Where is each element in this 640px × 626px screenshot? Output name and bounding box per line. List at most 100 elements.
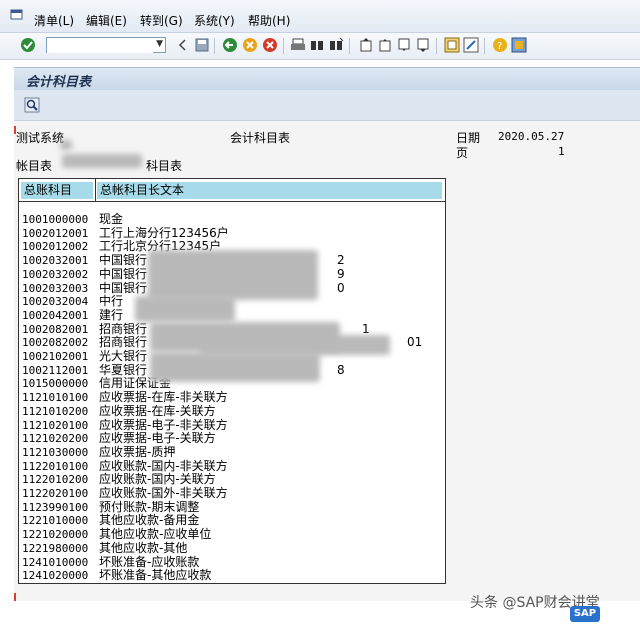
redacted-block <box>62 154 142 168</box>
gl-account-number[interactable]: 1241010000 <box>22 556 88 570</box>
table-row[interactable]: 1121010100 应收票据-在库-非关联方 <box>22 390 442 405</box>
table-row[interactable]: 1123990100 预付账款-期末调整 <box>22 500 442 515</box>
table-row[interactable]: 1121010200 应收票据-在库-关联方 <box>22 404 442 419</box>
gl-account-number[interactable]: 1015000000 <box>22 377 88 391</box>
screen-title: 会计科目表 <box>26 75 92 90</box>
gl-account-number[interactable]: 1121020100 <box>22 419 88 433</box>
gl-account-long-text: 建行 <box>99 307 124 322</box>
search-icon[interactable] <box>24 97 40 113</box>
table-row[interactable]: 1122010100 应收账款-国内-非关联方 <box>22 459 442 474</box>
back-arrow-small-icon[interactable] <box>175 37 191 53</box>
enter-check-icon[interactable] <box>20 37 36 53</box>
menu-help[interactable]: 帮助(H) <box>248 12 290 29</box>
shortcut-icon[interactable] <box>463 37 479 53</box>
table-row[interactable]: 1221980000 其他应收款-其他 <box>22 540 442 556</box>
menu-system[interactable]: 系统(Y) <box>194 12 235 29</box>
previous-page-icon[interactable] <box>377 37 393 53</box>
separator <box>283 38 284 54</box>
gl-account-number[interactable]: 1002032002 <box>22 268 88 282</box>
gl-account-long-text: 应收账款-国内-关联方 <box>99 472 216 487</box>
menu-edit[interactable]: 编辑(E) <box>86 12 127 29</box>
gl-account-text-tail: 0 <box>337 280 345 295</box>
corner-marker <box>14 593 16 601</box>
gl-account-long-text: 应收票据-质押 <box>99 444 176 459</box>
gl-account-number[interactable]: 1122010100 <box>22 460 88 474</box>
print-icon[interactable] <box>290 37 306 53</box>
find-icon[interactable] <box>309 37 325 53</box>
redacted-block <box>148 250 318 300</box>
gl-account-number[interactable]: 1122010200 <box>22 473 88 487</box>
gl-account-number[interactable]: 1002032001 <box>22 254 88 268</box>
page-value: 1 <box>558 145 565 158</box>
gl-account-long-text: 其他应收款-其他 <box>99 540 188 555</box>
gl-account-number[interactable]: 1002112001 <box>22 364 88 378</box>
gl-account-number[interactable]: 1002032003 <box>22 282 88 296</box>
command-input[interactable] <box>47 39 153 53</box>
coa-suffix: 科目表 <box>146 159 183 173</box>
gl-account-number[interactable]: 1121030000 <box>22 446 88 460</box>
gl-account-long-text: 其他应收款-应收单位 <box>99 527 212 542</box>
table-row[interactable]: 1121020100 应收票据-电子-非关联方 <box>22 418 442 433</box>
table-row[interactable]: 1221020000 其他应收款-应收单位 <box>22 527 442 542</box>
gl-account-number[interactable]: 1123990100 <box>22 501 88 515</box>
column-header-long-text[interactable]: 总帐科目长文本 <box>97 182 442 199</box>
table-row[interactable]: 1241010000 坏账准备-应收账款 <box>22 555 442 570</box>
help-icon[interactable]: ? <box>492 37 508 53</box>
gl-account-number[interactable]: 1121020200 <box>22 432 88 446</box>
gl-account-number[interactable]: 1002042001 <box>22 309 88 323</box>
gl-account-number[interactable]: 1221010000 <box>22 514 88 528</box>
gl-account-number[interactable]: 1002012002 <box>22 240 88 254</box>
cancel-icon[interactable] <box>262 37 278 53</box>
gl-account-number[interactable]: 1002102001 <box>22 350 88 364</box>
command-field[interactable]: ▼ <box>46 37 166 53</box>
gl-account-number[interactable]: 1221980000 <box>22 542 88 556</box>
last-page-icon[interactable] <box>415 37 431 53</box>
layout-menu-icon[interactable] <box>511 37 527 53</box>
header-divider <box>19 201 445 202</box>
svg-text:?: ? <box>497 41 502 52</box>
gl-account-long-text: 中行 <box>99 294 124 309</box>
report-title: 会计科目表 <box>230 131 291 145</box>
menu-list[interactable]: 清单(L) <box>34 12 74 29</box>
first-page-icon[interactable] <box>358 37 374 53</box>
separator <box>349 38 350 54</box>
coa-prefix: 帐目表 <box>16 159 53 173</box>
table-row[interactable]: 1241020000 坏账准备-其他应收款 <box>22 568 442 583</box>
table-row[interactable]: 1001000000 现金 <box>22 212 442 227</box>
gl-account-number[interactable]: 1221020000 <box>22 528 88 542</box>
save-icon[interactable] <box>194 37 210 53</box>
find-next-icon[interactable] <box>328 37 344 53</box>
gl-account-number[interactable]: 1002012001 <box>22 227 88 241</box>
gl-account-number[interactable]: 1002082002 <box>22 336 88 350</box>
gl-account-number[interactable]: 1241020000 <box>22 569 88 583</box>
create-session-icon[interactable] <box>444 37 460 53</box>
gl-account-number[interactable]: 1002032004 <box>22 295 88 309</box>
gl-account-number[interactable]: 1121010200 <box>22 405 88 419</box>
gl-account-long-text: 应收票据-电子-关联方 <box>99 431 216 446</box>
column-header-account[interactable]: 总账科目 <box>21 182 93 199</box>
menu-goto[interactable]: 转到(G) <box>140 12 183 29</box>
table-row[interactable]: 1221010000 其他应收款-备用金 <box>22 514 442 528</box>
next-page-icon[interactable] <box>396 37 412 53</box>
gl-account-text-tail: 01 <box>407 335 423 350</box>
separator <box>436 38 437 54</box>
gl-account-number[interactable]: 1121010100 <box>22 391 88 405</box>
exit-icon[interactable] <box>242 37 258 53</box>
gl-account-number[interactable]: 1001000000 <box>22 213 88 227</box>
table-row[interactable]: 1122020100 应收账款-国外-非关联方 <box>22 486 442 501</box>
system-menu-icon[interactable] <box>10 9 24 21</box>
gl-account-long-text: 光大银行 <box>99 349 148 363</box>
application-toolbar <box>14 90 640 121</box>
gl-account-number[interactable]: 1002082001 <box>22 323 88 337</box>
gl-account-long-text: 中国银行 <box>99 266 148 281</box>
table-row[interactable]: 1002012001 工行上海分行123456户 <box>22 226 442 241</box>
gl-account-number[interactable]: 1122020100 <box>22 487 88 501</box>
gl-account-long-text: 坏账准备-其他应收款 <box>99 568 212 583</box>
system-name: 测试系统 <box>16 131 65 145</box>
back-icon[interactable] <box>222 37 238 53</box>
table-row[interactable]: 1121030000 应收票据-质押 <box>22 444 442 460</box>
table-row[interactable]: 1121020200 应收票据-电子-关联方 <box>22 431 442 446</box>
chevron-down-icon[interactable]: ▼ <box>156 39 163 49</box>
column-divider <box>95 179 96 201</box>
table-row[interactable]: 1122010200 应收账款-国内-关联方 <box>22 473 442 487</box>
